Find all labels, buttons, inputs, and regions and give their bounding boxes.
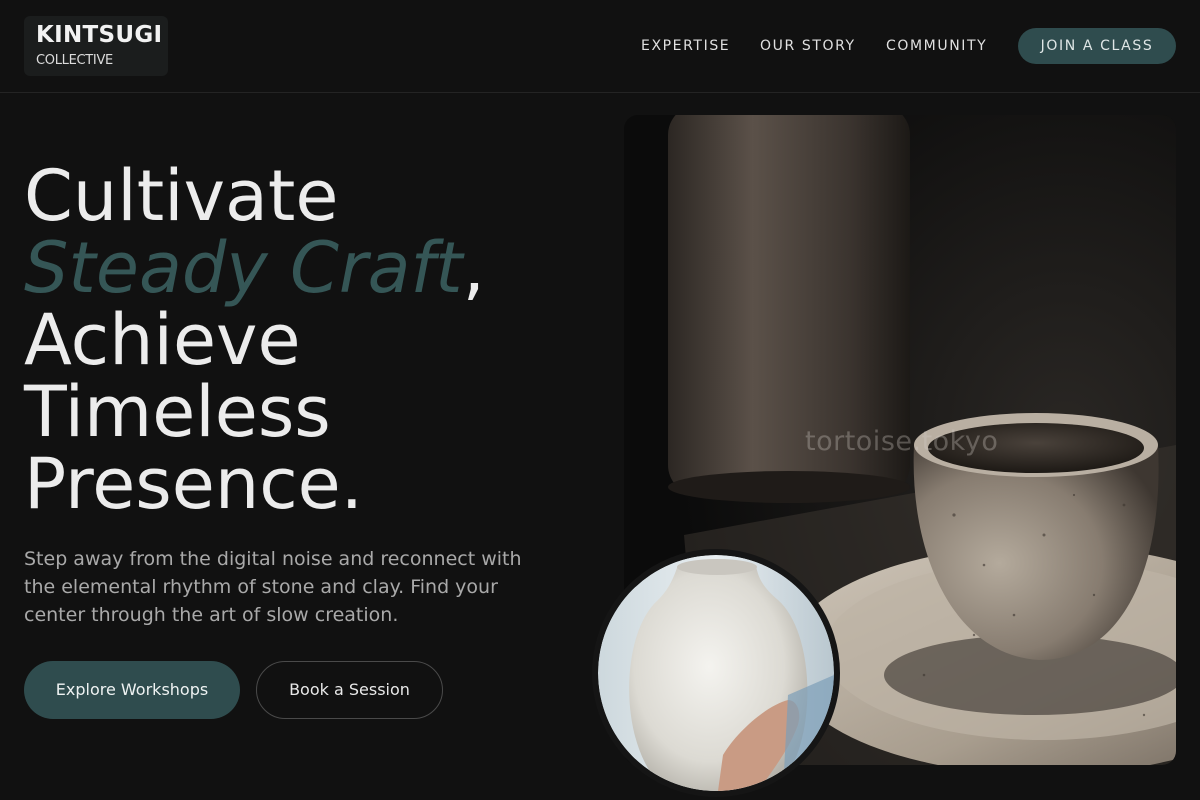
hero-description: Step away from the digital noise and rec… (24, 548, 522, 626)
headline-line-1: Cultivate (24, 155, 339, 237)
white-vase-photo (598, 555, 834, 791)
headline-line-4: Timeless (24, 371, 331, 453)
nav-our-story[interactable]: OUR STORY (760, 38, 856, 54)
hero-headline: Cultivate Steady Craft, Achieve Timeless… (24, 160, 604, 520)
nav-expertise[interactable]: EXPERTISE (641, 38, 730, 54)
join-class-button[interactable]: JOIN A CLASS (1018, 28, 1176, 64)
headline-comma: , (462, 227, 485, 309)
headline-line-3: Achieve (24, 299, 301, 381)
vase-inset-image (592, 549, 840, 797)
explore-workshops-button[interactable]: Explore Workshops (24, 661, 240, 719)
brand-logo[interactable]: KINTSUGI COLLECTIVE (24, 16, 168, 76)
image-watermark: tortoise.tokyo (805, 426, 999, 457)
brand-tagline: COLLECTIVE (36, 53, 113, 68)
book-session-button[interactable]: Book a Session (256, 661, 443, 719)
headline-accent: Steady Craft (24, 227, 463, 309)
headline-line-5: Presence. (24, 443, 363, 525)
brand-name: KINTSUGI (36, 22, 163, 48)
nav-community[interactable]: COMMUNITY (886, 38, 987, 54)
site-header: KINTSUGI COLLECTIVE EXPERTISE OUR STORY … (0, 0, 1200, 93)
